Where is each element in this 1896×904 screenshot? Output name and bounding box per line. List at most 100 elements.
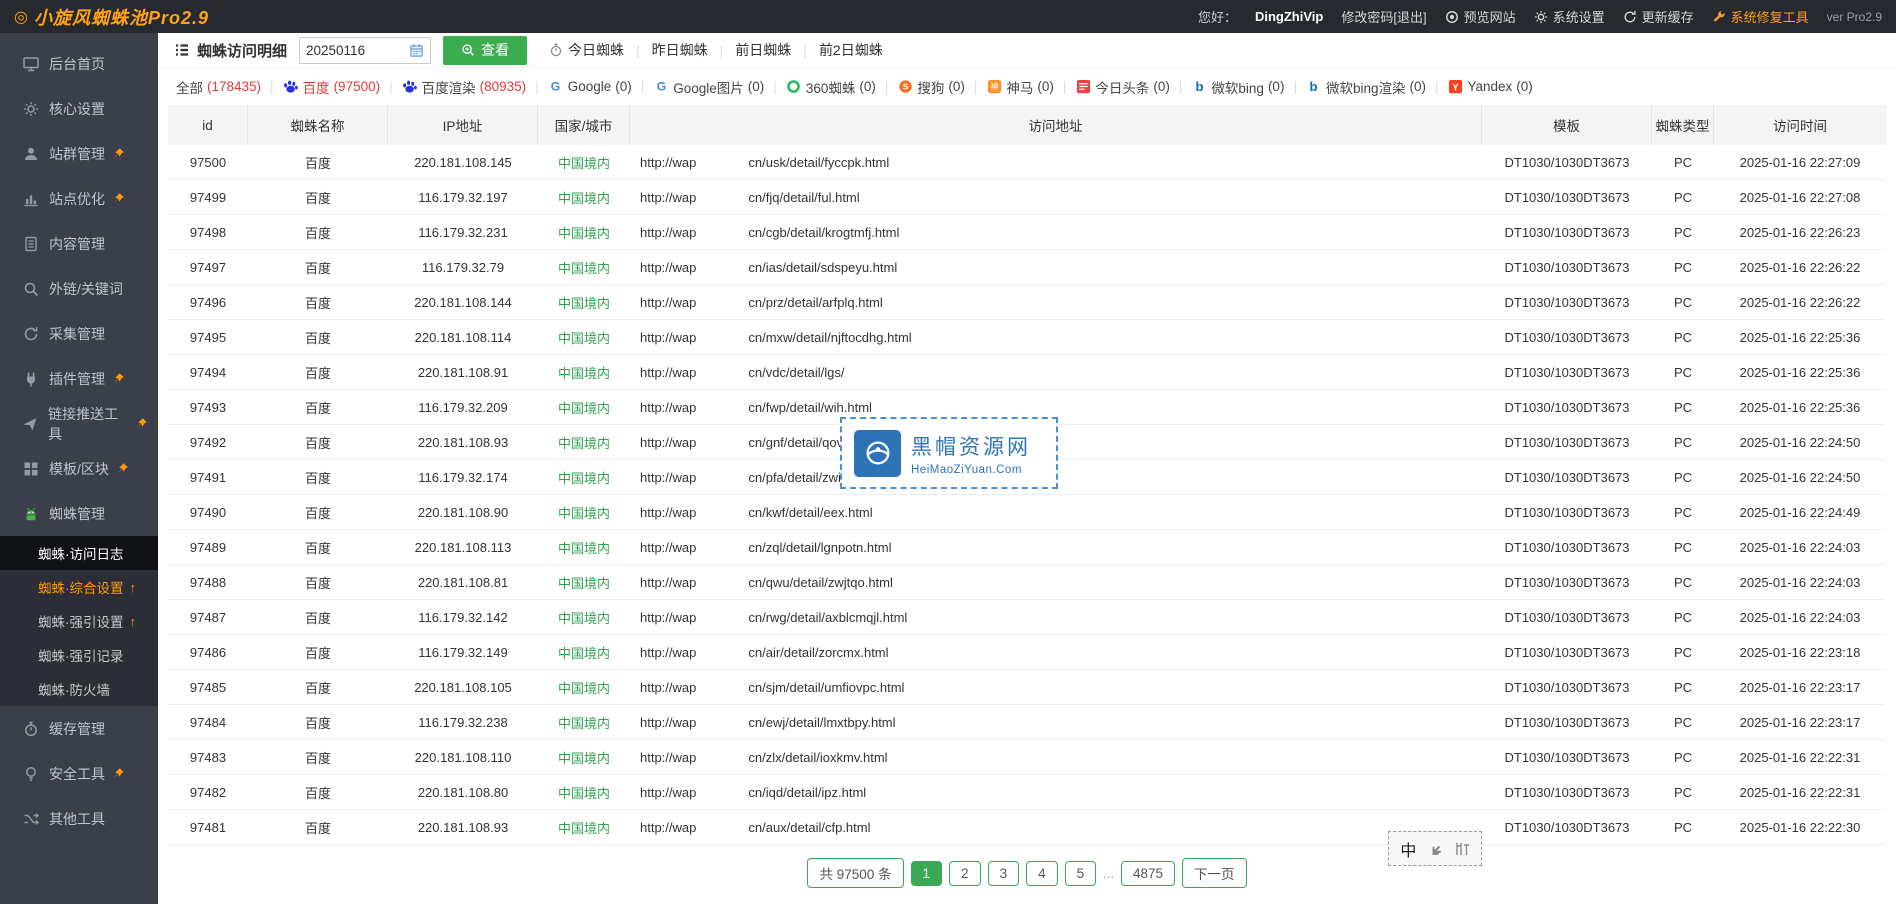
cell-visit-time: 2025-01-16 22:22:31 bbox=[1714, 775, 1886, 809]
sidebar-subitem-2[interactable]: 蜘蛛·综合设置↑ bbox=[0, 570, 158, 604]
sidebar-item-7[interactable]: 采集管理 bbox=[0, 311, 158, 356]
cell-template: DT1030/1030DT3673 bbox=[1482, 250, 1652, 284]
date-input[interactable] bbox=[306, 43, 409, 58]
hand-cursor-icon[interactable] bbox=[1427, 841, 1443, 857]
sidebar-subitem-5[interactable]: 蜘蛛·防火墙 bbox=[0, 672, 158, 706]
ime-tools-icon[interactable] bbox=[1454, 841, 1470, 857]
cell-id: 97486 bbox=[168, 635, 248, 669]
cell-region: 中国境内 bbox=[538, 810, 630, 844]
tab-yesterday-label: 昨日蜘蛛 bbox=[652, 40, 708, 60]
ime-chinese-label[interactable]: 中 bbox=[1400, 837, 1416, 861]
censored-domain bbox=[696, 642, 748, 662]
filter-Google[interactable]: GGoogle(0) bbox=[548, 79, 632, 95]
cell-id: 97497 bbox=[168, 250, 248, 284]
page-button-2[interactable]: 2 bbox=[949, 861, 981, 886]
sidebar-subitem-4[interactable]: 蜘蛛·强引记录 bbox=[0, 638, 158, 672]
sidebar-item-label: 模板/区块 bbox=[49, 459, 109, 479]
page-button-5[interactable]: 5 bbox=[1065, 861, 1097, 886]
cell-spider-type: PC bbox=[1652, 180, 1714, 214]
filter-今日头条[interactable]: 今日头条(0) bbox=[1075, 77, 1170, 97]
filter-百度[interactable]: 百度(97500) bbox=[283, 77, 381, 97]
filter-搜狗[interactable]: S搜狗(0) bbox=[897, 77, 965, 97]
tab-2daysago-spider[interactable]: 前2日蜘蛛 bbox=[819, 40, 883, 60]
cell-template: DT1030/1030DT3673 bbox=[1482, 215, 1652, 249]
cell-url: http://wapcn/zlx/detail/ioxkmv.html bbox=[630, 740, 1482, 774]
filter-全部[interactable]: 全部(178435) bbox=[176, 77, 261, 97]
toutiao-icon bbox=[1075, 79, 1091, 95]
sidebar-item-2[interactable]: 核心设置 bbox=[0, 86, 158, 131]
column-header-5: 访问地址 bbox=[630, 105, 1482, 145]
cell-id: 97483 bbox=[168, 740, 248, 774]
cell-visit-time: 2025-01-16 22:25:36 bbox=[1714, 320, 1886, 354]
filter-separator: | bbox=[1063, 79, 1067, 94]
filter-微软bing[interactable]: b微软bing(0) bbox=[1191, 77, 1284, 97]
url-prefix: http://wap bbox=[640, 540, 696, 555]
cell-url: http://wapcn/ias/detail/sdspeyu.html bbox=[630, 250, 1482, 284]
next-page-button[interactable]: 下一页 bbox=[1182, 858, 1247, 888]
filter-count: (97500) bbox=[334, 79, 381, 94]
filter-count: (0) bbox=[1268, 79, 1285, 94]
cell-url: http://wapcn/sjm/detail/umfiovpc.html bbox=[630, 670, 1482, 704]
sidebar-item-6[interactable]: 外链/关键词 bbox=[0, 266, 158, 311]
view-button[interactable]: 查看 bbox=[443, 36, 527, 65]
cell-url: http://wapcn/usk/detail/fyccpk.html bbox=[630, 145, 1482, 179]
cell-ip: 116.179.32.209 bbox=[388, 390, 538, 424]
sidebar-subitem-1[interactable]: 蜘蛛·访问日志 bbox=[0, 536, 158, 570]
filter-label: Yandex bbox=[1468, 79, 1513, 94]
shenma-icon: 神 bbox=[986, 79, 1002, 95]
filter-count: (0) bbox=[615, 79, 632, 94]
google-icon: G bbox=[548, 79, 564, 95]
system-settings-link[interactable]: 系统设置 bbox=[1534, 7, 1605, 26]
cell-spider-name: 百度 bbox=[248, 600, 388, 634]
filter-count: (0) bbox=[859, 79, 876, 94]
filter-Yandex[interactable]: YYandex(0) bbox=[1448, 79, 1533, 95]
censored-domain bbox=[696, 677, 748, 697]
sidebar-item-10[interactable]: 模板/区块 bbox=[0, 446, 158, 491]
cell-id: 97500 bbox=[168, 145, 248, 179]
system-settings-label: 系统设置 bbox=[1553, 7, 1605, 26]
sidebar-item-14[interactable]: 其他工具 bbox=[0, 796, 158, 841]
sidebar-item-5[interactable]: 内容管理 bbox=[0, 221, 158, 266]
sidebar-subitem-3[interactable]: 蜘蛛·强引设置↑ bbox=[0, 604, 158, 638]
page-button-1[interactable]: 1 bbox=[911, 861, 943, 886]
filter-Google图片[interactable]: GGoogle图片(0) bbox=[653, 77, 764, 97]
tab-separator: | bbox=[636, 42, 640, 58]
sidebar-item-8[interactable]: 插件管理 bbox=[0, 356, 158, 401]
filter-百度渲染[interactable]: 百度渲染(80935) bbox=[402, 77, 527, 97]
sidebar-item-9[interactable]: 链接推送工具 bbox=[0, 401, 158, 446]
filter-360蜘蛛[interactable]: 360蜘蛛(0) bbox=[786, 77, 876, 97]
cell-visit-time: 2025-01-16 22:24:50 bbox=[1714, 460, 1886, 494]
sidebar-item-13[interactable]: 安全工具 bbox=[0, 751, 158, 796]
cell-spider-type: PC bbox=[1652, 705, 1714, 739]
cell-visit-time: 2025-01-16 22:25:36 bbox=[1714, 390, 1886, 424]
filter-神马[interactable]: 神神马(0) bbox=[986, 77, 1054, 97]
page-button-last[interactable]: 4875 bbox=[1121, 861, 1175, 886]
page-button-3[interactable]: 3 bbox=[988, 861, 1020, 886]
cell-region: 中国境内 bbox=[538, 390, 630, 424]
cell-template: DT1030/1030DT3673 bbox=[1482, 670, 1652, 704]
filter-微软bing渲染[interactable]: b微软bing渲染(0) bbox=[1306, 77, 1426, 97]
sidebar-item-1[interactable]: 后台首页 bbox=[0, 41, 158, 86]
update-cache-link[interactable]: 更新缓存 bbox=[1623, 7, 1694, 26]
table-row: 97485百度220.181.108.105中国境内http://wapcn/s… bbox=[168, 670, 1886, 705]
tab-yesterday-spider[interactable]: 昨日蜘蛛 bbox=[652, 40, 708, 60]
cell-template: DT1030/1030DT3673 bbox=[1482, 635, 1652, 669]
ime-language-bar[interactable]: 中 bbox=[1388, 831, 1482, 866]
preview-site-link[interactable]: 预览网站 bbox=[1445, 7, 1516, 26]
repair-tools-link[interactable]: 系统修复工具 bbox=[1712, 7, 1809, 26]
main-content: 蜘蛛访问明细 查看 今日蜘蛛 | 昨日蜘蛛 | 前日蜘蛛 | 前2日蜘蛛 bbox=[158, 33, 1896, 904]
cell-spider-name: 百度 bbox=[248, 670, 388, 704]
url-path: cn/sjm/detail/umfiovpc.html bbox=[748, 680, 904, 695]
tab-today-spider[interactable]: 今日蜘蛛 bbox=[549, 40, 624, 60]
change-password-link[interactable]: 修改密码[退出] bbox=[1341, 7, 1426, 26]
calendar-icon[interactable] bbox=[409, 43, 424, 58]
sidebar-item-4[interactable]: 站点优化 bbox=[0, 176, 158, 221]
cell-spider-type: PC bbox=[1652, 530, 1714, 564]
sidebar-item-12[interactable]: 缓存管理 bbox=[0, 706, 158, 751]
tab-daybefore-spider[interactable]: 前日蜘蛛 bbox=[735, 40, 791, 60]
sidebar-item-3[interactable]: 站群管理 bbox=[0, 131, 158, 176]
sidebar-item-11[interactable]: 蜘蛛管理 bbox=[0, 491, 158, 536]
page-button-4[interactable]: 4 bbox=[1026, 861, 1058, 886]
cell-ip: 220.181.108.114 bbox=[388, 320, 538, 354]
cell-visit-time: 2025-01-16 22:24:49 bbox=[1714, 495, 1886, 529]
